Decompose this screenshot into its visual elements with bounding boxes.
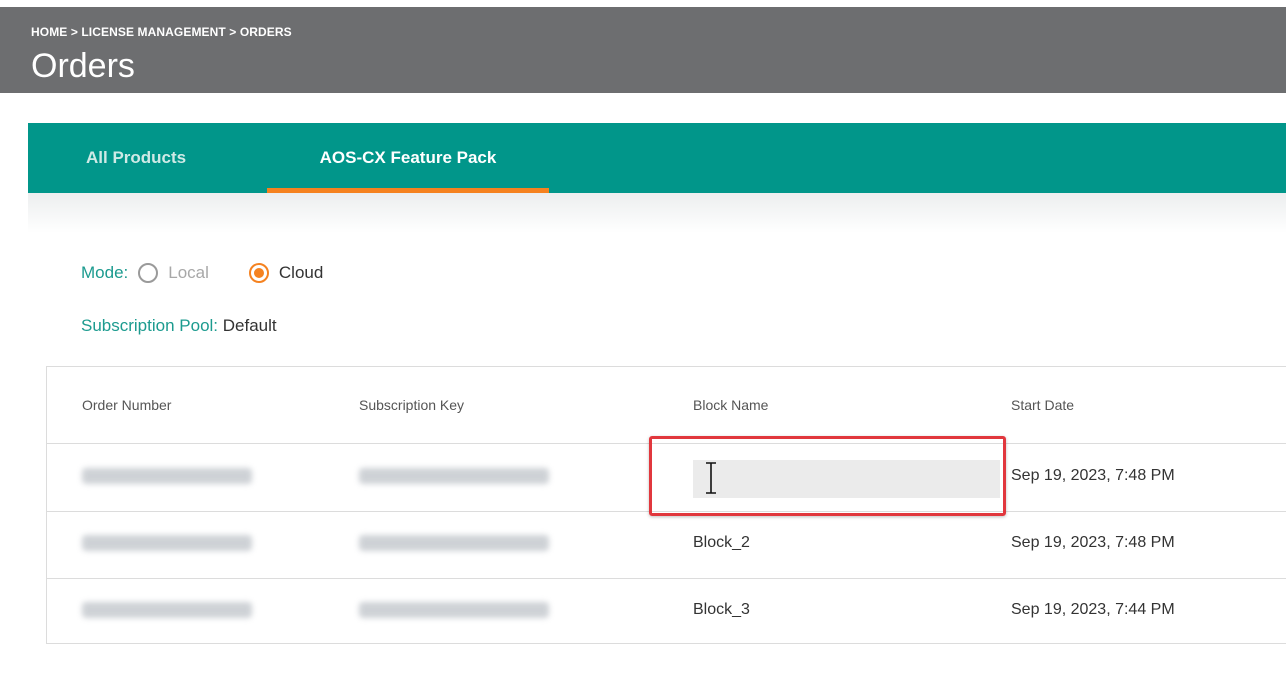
start-date-cell: Sep 19, 2023, 7:48 PM — [1011, 534, 1175, 551]
order-number-redacted — [82, 535, 252, 551]
subscription-key-redacted — [359, 468, 549, 484]
start-date-cell: Sep 19, 2023, 7:44 PM — [1011, 601, 1175, 618]
subscription-pool: Subscription Pool: Default — [81, 316, 277, 336]
start-date-cell: Sep 19, 2023, 7:48 PM — [1011, 467, 1175, 484]
table-row: Block_3 Sep 19, 2023, 7:44 PM — [47, 578, 1286, 645]
tab-aos-cx-feature-pack[interactable]: AOS-CX Feature Pack — [267, 123, 549, 193]
order-number-redacted — [82, 468, 252, 484]
column-header-order-number[interactable]: Order Number — [82, 397, 171, 413]
radio-cloud-label[interactable]: Cloud — [279, 263, 323, 283]
mode-selector: Mode: Local Cloud — [81, 258, 323, 288]
panel-shadow — [28, 193, 1286, 233]
table-header: Order Number Subscription Key Block Name… — [47, 367, 1286, 444]
column-header-start-date[interactable]: Start Date — [1011, 397, 1074, 413]
radio-selected-dot — [253, 268, 264, 278]
subscription-pool-label: Subscription Pool: — [81, 316, 219, 335]
mode-label: Mode: — [81, 263, 129, 282]
column-header-block-name[interactable]: Block Name — [693, 397, 768, 413]
radio-cloud[interactable] — [248, 263, 269, 283]
page-header: HOME > LICENSE MANAGEMENT > ORDERS Order… — [0, 7, 1286, 93]
breadcrumb[interactable]: HOME > LICENSE MANAGEMENT > ORDERS — [31, 25, 292, 39]
radio-local[interactable] — [138, 263, 159, 283]
subscription-pool-value: Default — [222, 316, 277, 335]
page-title: Orders — [31, 47, 135, 85]
subscription-key-redacted — [359, 602, 549, 618]
radio-local-label[interactable]: Local — [168, 263, 209, 283]
block-name-cell[interactable]: Block_3 — [693, 601, 750, 619]
editing-highlight-box — [649, 436, 1006, 516]
tab-all-products[interactable]: All Products — [86, 123, 186, 193]
order-number-redacted — [82, 602, 252, 618]
column-header-subscription-key[interactable]: Subscription Key — [359, 397, 464, 413]
header-spacer — [0, 93, 1286, 123]
subscription-key-redacted — [359, 535, 549, 551]
table-row: Block_2 Sep 19, 2023, 7:48 PM — [47, 511, 1286, 579]
block-name-cell[interactable]: Block_2 — [693, 534, 750, 552]
product-tabbar: All Products AOS-CX Feature Pack — [28, 123, 1286, 193]
